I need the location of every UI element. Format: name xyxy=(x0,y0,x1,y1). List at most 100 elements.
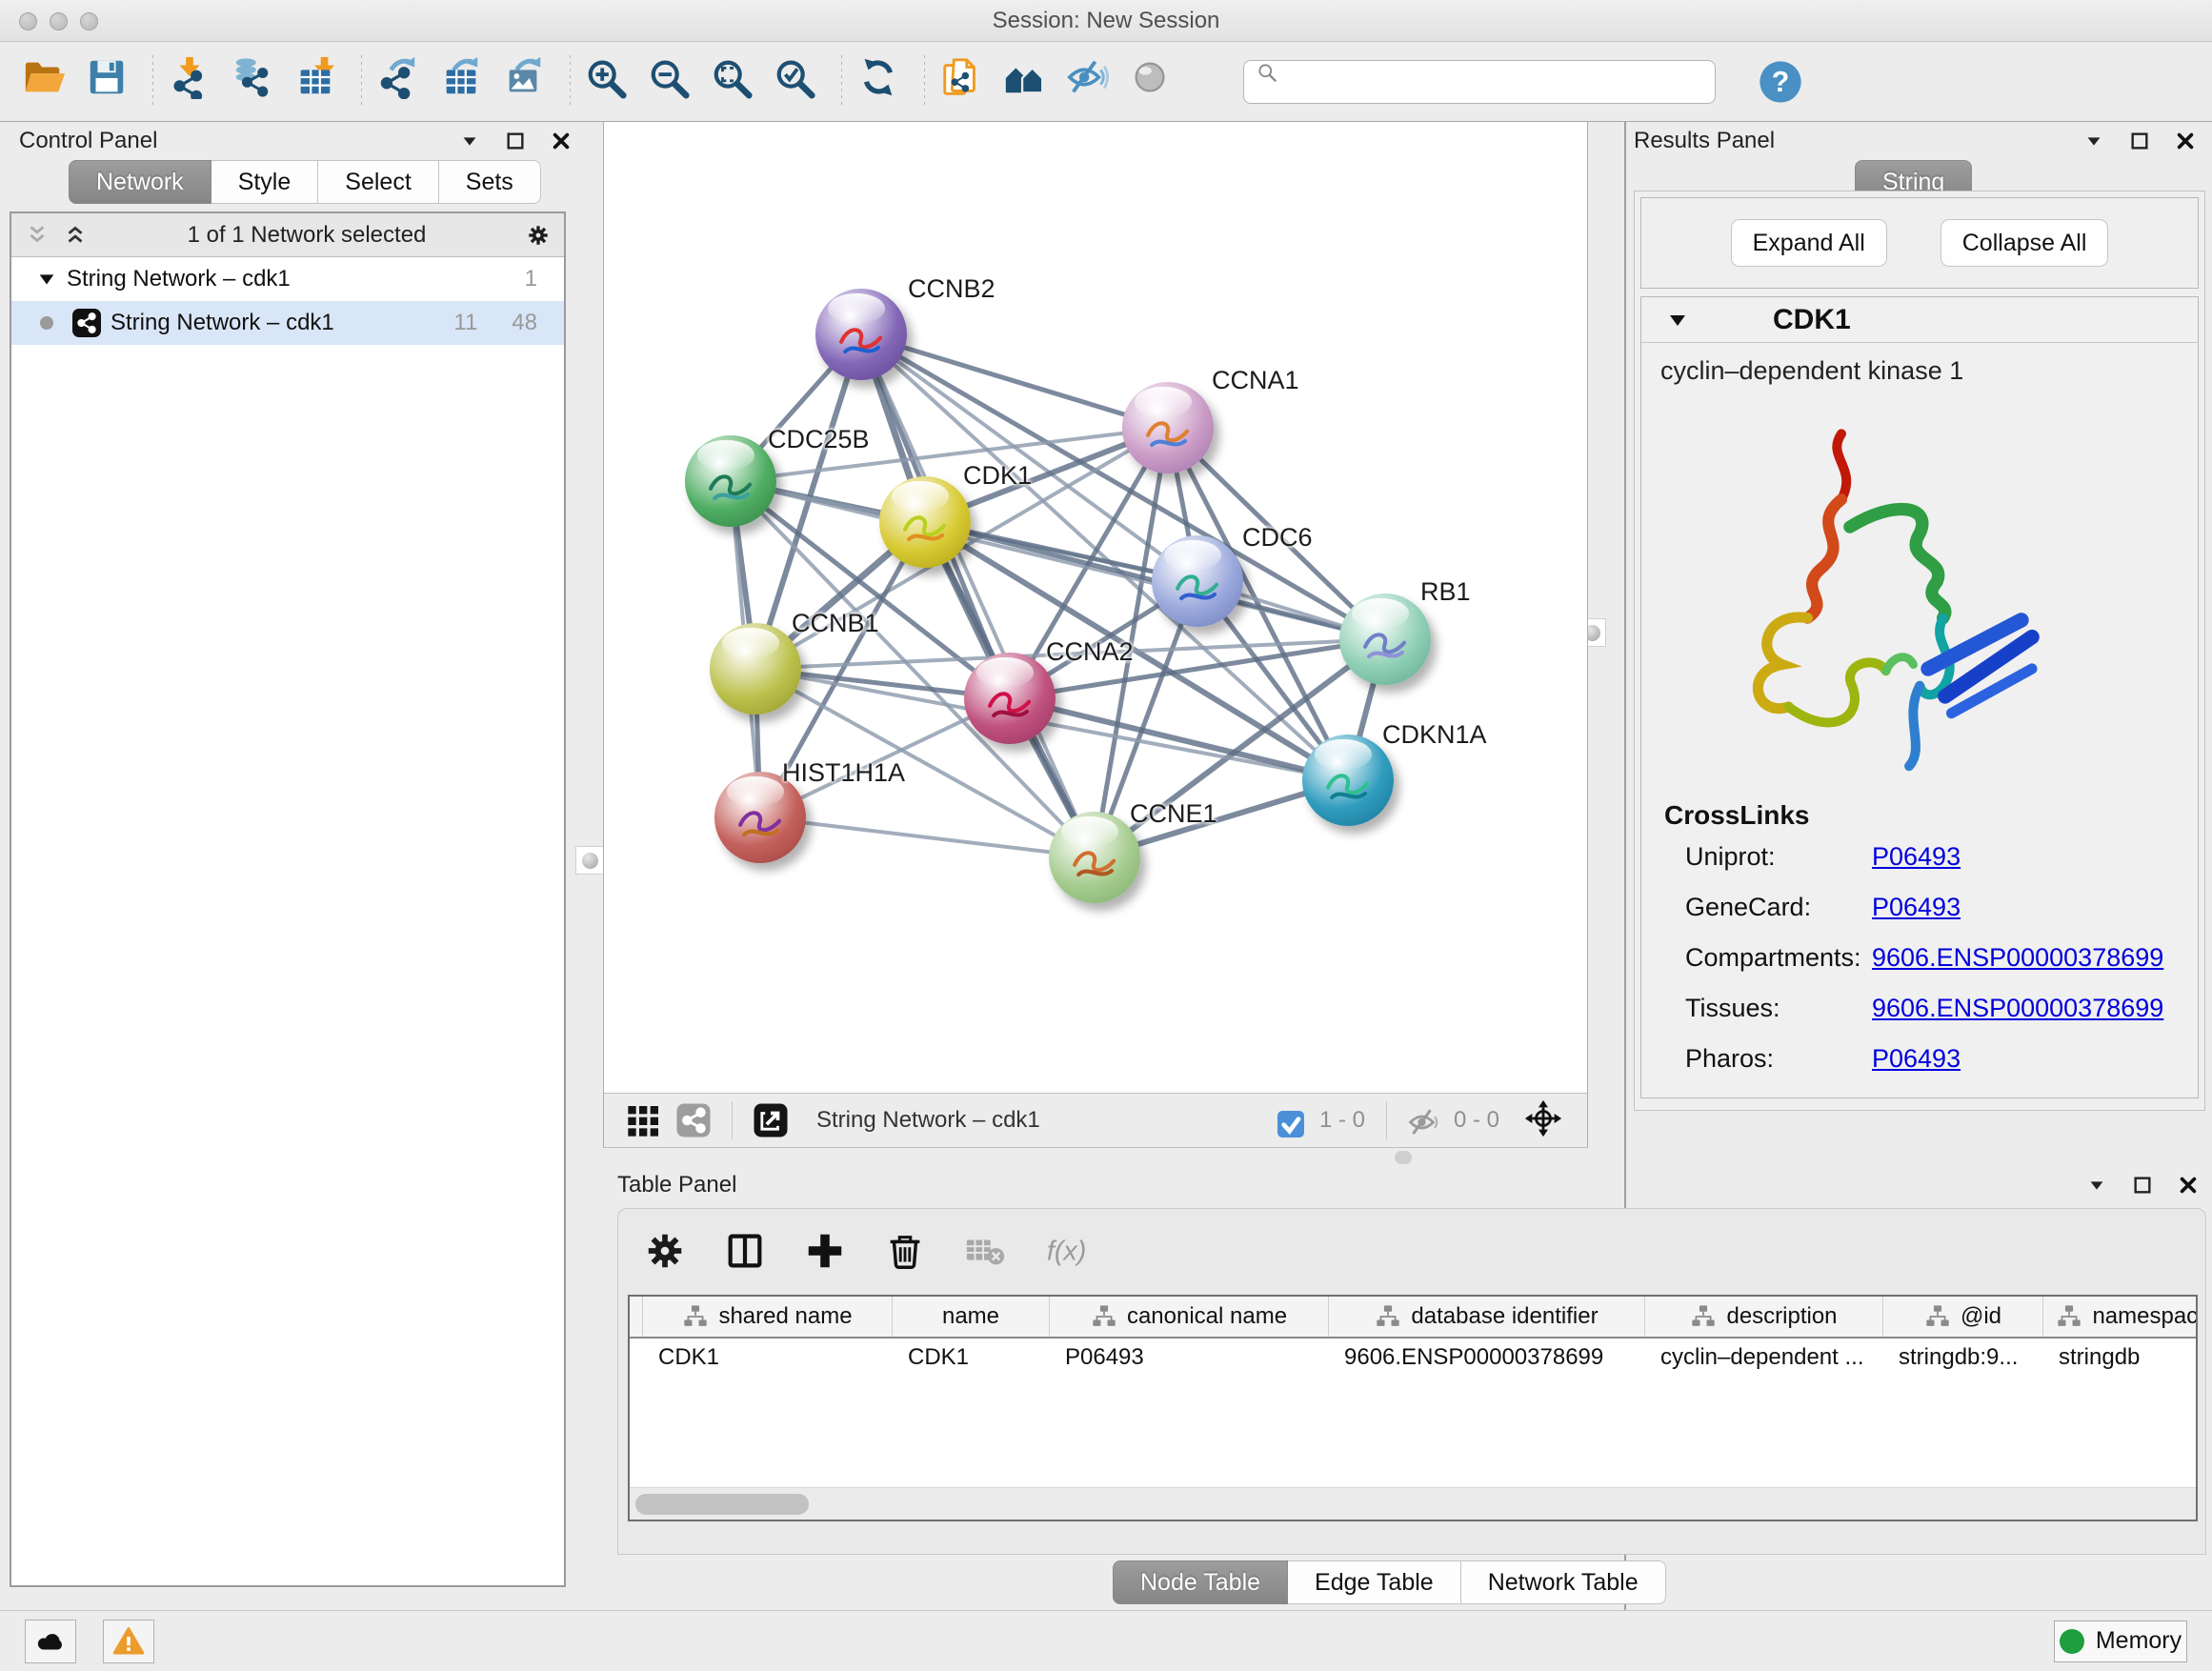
tab-sets[interactable]: Sets xyxy=(439,160,541,204)
float-panel-icon[interactable] xyxy=(505,131,526,151)
table-delete-button[interactable] xyxy=(963,1229,1007,1273)
column-header-@id[interactable]: @id xyxy=(1883,1297,2043,1337)
zoom-in-button[interactable] xyxy=(585,55,638,109)
export-image-button[interactable] xyxy=(502,55,555,109)
network-row-selected[interactable]: String Network – cdk1 11 48 xyxy=(11,301,564,345)
node-CCNA1[interactable] xyxy=(1122,382,1214,473)
warning-button[interactable] xyxy=(103,1620,154,1663)
import-network-database-button[interactable] xyxy=(231,55,284,109)
node-table[interactable]: shared namenamecanonical namedatabase id… xyxy=(628,1295,2198,1521)
column-header-description[interactable]: description xyxy=(1645,1297,1883,1337)
trash-button[interactable] xyxy=(883,1229,927,1273)
edge-HIST1H1A-CCNE1[interactable] xyxy=(760,817,1095,857)
horizontal-splitter-handle[interactable] xyxy=(1395,1151,1412,1164)
collapse-all-icon[interactable] xyxy=(25,223,50,248)
memory-button[interactable]: Memory xyxy=(2054,1621,2187,1662)
search-input[interactable] xyxy=(1404,68,1703,96)
network-share-view-icon[interactable] xyxy=(674,1101,713,1139)
show-all-button[interactable] xyxy=(1128,55,1181,109)
tab-network[interactable]: Network xyxy=(69,160,211,204)
table-row[interactable]: CDK1CDK1P064939606.ENSP00000378699cyclin… xyxy=(630,1339,2196,1380)
table-float-icon[interactable] xyxy=(2132,1175,2153,1196)
zoom-fit-button[interactable] xyxy=(711,55,764,109)
zoom-out-button[interactable] xyxy=(648,55,701,109)
hidden-eye-slash-icon[interactable] xyxy=(1406,1103,1440,1137)
edge-CCNB2-CCNA1[interactable] xyxy=(861,334,1168,428)
column-header-shared-name[interactable]: shared name xyxy=(643,1297,893,1337)
tree-column-icon xyxy=(1091,1303,1117,1330)
new-network-from-selection-button[interactable] xyxy=(939,55,993,109)
tab-edge-table[interactable]: Edge Table xyxy=(1288,1560,1461,1604)
table-close-icon[interactable] xyxy=(2178,1175,2199,1196)
columns-button[interactable] xyxy=(723,1229,767,1273)
collection-expand-icon[interactable] xyxy=(36,269,57,290)
table-horizontal-scrollbar[interactable] xyxy=(630,1487,2196,1520)
results-close-icon[interactable] xyxy=(2175,131,2196,151)
grid-view-icon[interactable] xyxy=(625,1101,663,1139)
table-cell[interactable]: P06493 xyxy=(1050,1339,1329,1380)
save-session-button[interactable] xyxy=(85,55,138,109)
node-CCNB1[interactable] xyxy=(710,623,801,715)
export-network-button[interactable] xyxy=(376,55,430,109)
scrollbar-thumb[interactable] xyxy=(635,1494,809,1515)
crosslink-link[interactable]: 9606.ENSP00000378699 xyxy=(1872,943,2163,973)
results-menu-icon[interactable] xyxy=(2083,131,2104,151)
table-cell[interactable]: CDK1 xyxy=(893,1339,1050,1380)
plus-button[interactable] xyxy=(803,1229,847,1273)
expand-all-icon[interactable] xyxy=(63,223,88,248)
fx-button[interactable]: f(x) xyxy=(1043,1229,1087,1273)
crosslink-link[interactable]: P06493 xyxy=(1872,893,1961,922)
node-CCNA2[interactable] xyxy=(964,653,1056,744)
node-CCNB2[interactable] xyxy=(815,289,907,380)
crosslink-link[interactable]: P06493 xyxy=(1872,1044,1961,1074)
node-CDKN1A[interactable] xyxy=(1302,735,1394,826)
column-header-name[interactable]: name xyxy=(893,1297,1050,1337)
tab-node-table[interactable]: Node Table xyxy=(1113,1560,1288,1604)
node-CDK1[interactable] xyxy=(879,476,971,568)
refresh-button[interactable] xyxy=(856,55,910,109)
hide-selected-button[interactable] xyxy=(1065,55,1118,109)
gene-card-header[interactable]: CDK1 xyxy=(1641,297,2198,343)
string-home-button[interactable] xyxy=(1002,55,1056,109)
node-CDC6[interactable] xyxy=(1152,535,1243,627)
network-collection-row[interactable]: String Network – cdk1 1 xyxy=(11,257,564,301)
cloud-button[interactable] xyxy=(25,1620,76,1663)
expand-all-button[interactable]: Expand All xyxy=(1731,219,1887,267)
search-box[interactable] xyxy=(1243,60,1716,104)
column-header-database-identifier[interactable]: database identifier xyxy=(1329,1297,1645,1337)
help-button[interactable]: ? xyxy=(1756,57,1805,107)
open-session-button[interactable] xyxy=(22,55,75,109)
detach-view-icon[interactable] xyxy=(752,1101,790,1139)
tab-network-table[interactable]: Network Table xyxy=(1461,1560,1666,1604)
network-canvas[interactable]: CCNB2CCNA1CDC25BCDK1CDC6RB1CCNB1CCNA2CDK… xyxy=(603,122,1588,1093)
export-table-button[interactable] xyxy=(439,55,493,109)
network-options-gear-icon[interactable] xyxy=(526,223,551,248)
panel-menu-icon[interactable] xyxy=(459,131,480,151)
close-panel-icon[interactable] xyxy=(551,131,572,151)
gear-button[interactable] xyxy=(643,1229,687,1273)
column-header-namespace[interactable]: namespace xyxy=(2043,1297,2198,1337)
tab-style[interactable]: Style xyxy=(211,160,319,204)
crosshair-icon[interactable] xyxy=(1524,1099,1566,1141)
node-CCNE1[interactable] xyxy=(1049,812,1140,903)
table-cell[interactable]: cyclin–dependent ... xyxy=(1645,1339,1883,1380)
import-network-file-button[interactable] xyxy=(168,55,221,109)
table-cell[interactable]: stringdb xyxy=(2043,1339,2198,1380)
crosslink-link[interactable]: P06493 xyxy=(1872,842,1961,872)
gene-expand-icon[interactable] xyxy=(1666,309,1689,332)
selected-checkbox-icon[interactable] xyxy=(1276,1105,1306,1136)
table-menu-icon[interactable] xyxy=(2086,1175,2107,1196)
results-float-icon[interactable] xyxy=(2129,131,2150,151)
column-header-canonical-name[interactable]: canonical name xyxy=(1050,1297,1329,1337)
table-cell[interactable]: CDK1 xyxy=(643,1339,893,1380)
table-cell[interactable]: stringdb:9... xyxy=(1883,1339,2043,1380)
crosslink-link[interactable]: 9606.ENSP00000378699 xyxy=(1872,994,2163,1023)
zoom-selected-button[interactable] xyxy=(774,55,827,109)
node-CDC25B[interactable] xyxy=(685,435,776,527)
table-cell[interactable]: 9606.ENSP00000378699 xyxy=(1329,1339,1645,1380)
tab-select[interactable]: Select xyxy=(318,160,438,204)
collapse-all-button[interactable]: Collapse All xyxy=(1941,219,2109,267)
node-RB1[interactable] xyxy=(1339,594,1431,685)
import-table-file-button[interactable] xyxy=(293,55,347,109)
left-splitter-handle[interactable] xyxy=(575,846,604,875)
